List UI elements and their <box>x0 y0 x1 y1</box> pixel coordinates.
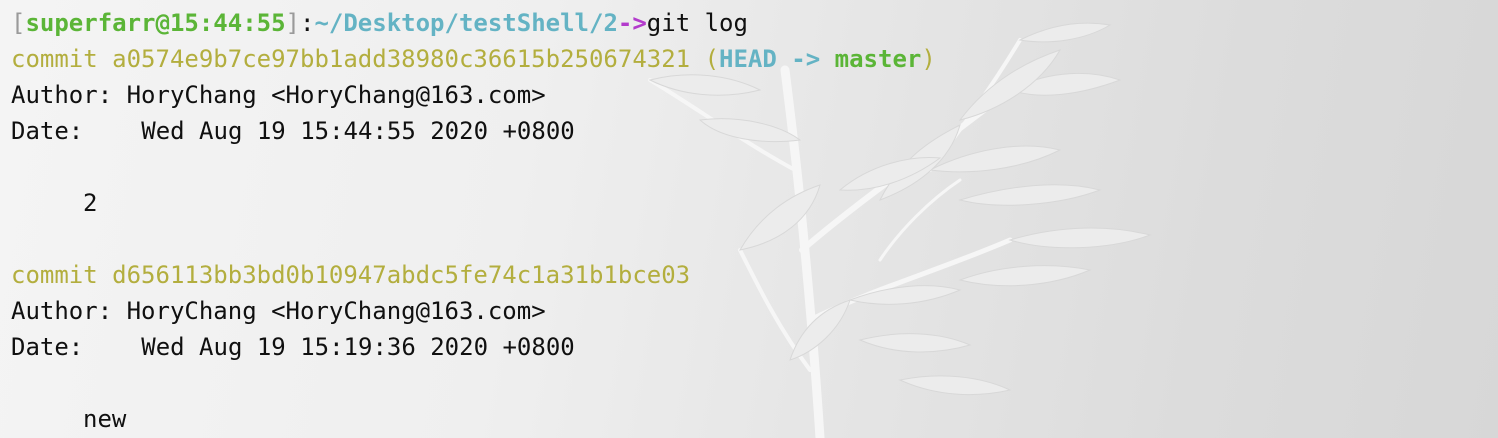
author-label: Author: <box>11 81 113 109</box>
prompt-arrow: -> <box>617 9 647 37</box>
commit-message-line: 2 <box>11 185 1491 221</box>
prompt-line: [superfarr@15:44:55]:~/Desktop/testShell… <box>11 5 1491 41</box>
refs-close-paren: ) <box>921 45 936 73</box>
commit-line: commit d656113bb3bd0b10947abdc5fe74c1a31… <box>11 257 1491 293</box>
commit-message: 2 <box>83 189 98 217</box>
date-line: Date: Wed Aug 19 15:44:55 2020 +0800 <box>11 113 1491 149</box>
commit-hash: d656113bb3bd0b10947abdc5fe74c1a31b1bce03 <box>112 261 691 289</box>
date-value: Wed Aug 19 15:19:36 2020 +0800 <box>141 333 575 361</box>
prompt-colon: : <box>300 9 315 37</box>
commit-hash: a0574e9b7ce97bb1add38980c36615b250674321 <box>112 45 691 73</box>
branch-ref: master <box>834 45 922 73</box>
date-label: Date: <box>11 117 84 145</box>
commit-label: commit <box>11 45 98 73</box>
ref-arrow: -> <box>791 45 821 73</box>
date-line: Date: Wed Aug 19 15:19:36 2020 +0800 <box>11 329 1491 365</box>
author-value: HoryChang <HoryChang@163.com> <box>126 81 546 109</box>
author-line: Author: HoryChang <HoryChang@163.com> <box>11 293 1491 329</box>
prompt-path: ~/Desktop/testShell/2 <box>314 9 618 37</box>
commit-message-line: new <box>11 401 1491 437</box>
command-text: git log <box>646 9 748 37</box>
author-value: HoryChang <HoryChang@163.com> <box>126 297 546 325</box>
prompt-close-bracket: ] <box>285 9 300 37</box>
date-label: Date: <box>11 333 84 361</box>
terminal-output[interactable]: [superfarr@15:44:55]:~/Desktop/testShell… <box>11 0 1491 438</box>
commit-label: commit <box>11 261 98 289</box>
head-ref: HEAD <box>719 45 777 73</box>
commit-message: new <box>83 405 127 433</box>
date-value: Wed Aug 19 15:44:55 2020 +0800 <box>141 117 575 145</box>
prompt-open-bracket: [ <box>11 9 26 37</box>
commit-line: commit a0574e9b7ce97bb1add38980c36615b25… <box>11 41 1491 77</box>
refs-open-paren: ( <box>704 45 720 73</box>
author-label: Author: <box>11 297 113 325</box>
prompt-user-host-time: superfarr@15:44:55 <box>25 9 286 37</box>
author-line: Author: HoryChang <HoryChang@163.com> <box>11 77 1491 113</box>
